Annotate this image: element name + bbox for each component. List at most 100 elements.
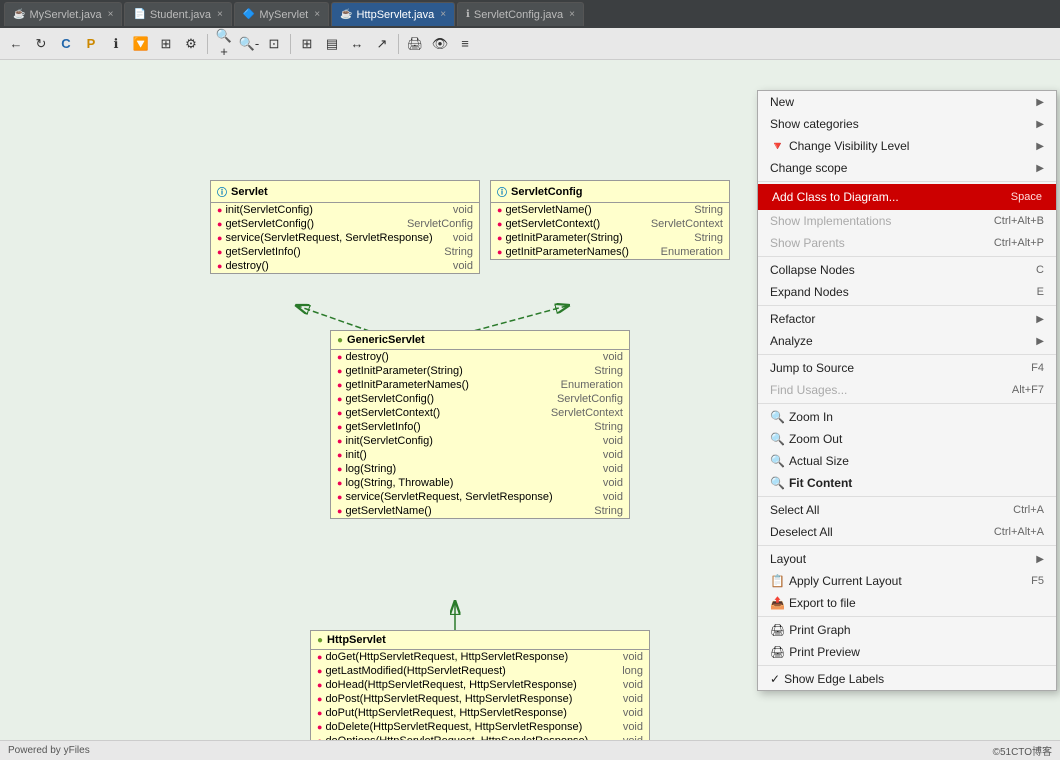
menu-item-expand-nodes[interactable]: Expand Nodes E (758, 281, 1056, 303)
httpservlet-class-header: ● HttpServlet (311, 631, 649, 650)
actual-size-icon: 🔍 (770, 454, 785, 468)
tab-servletconfig-java[interactable]: ℹ ServletConfig.java × (457, 2, 584, 26)
tab-close[interactable]: × (217, 9, 223, 20)
menu-item-layout[interactable]: Layout ▶ (758, 548, 1056, 570)
menu-item-show-categories[interactable]: Show categories ▶ (758, 113, 1056, 135)
menu-item-print-preview[interactable]: 🖨Print Preview (758, 641, 1056, 663)
toolbar-settings-btn[interactable]: ⚙ (179, 32, 203, 56)
menu-item-refactor[interactable]: Refactor ▶ (758, 308, 1056, 330)
export-icon: 📤 (770, 596, 785, 610)
method-row: ●destroy()void (211, 259, 479, 273)
toolbar-filter2-btn[interactable]: ⊞ (154, 32, 178, 56)
toolbar-package-btn[interactable]: P (79, 32, 103, 56)
tab-student-java[interactable]: 📄 Student.java × (124, 2, 231, 26)
menu-item-print-graph[interactable]: 🖨Print Graph (758, 619, 1056, 641)
toolbar-separator-3 (398, 34, 399, 54)
tab-icon-java: ☕ (13, 9, 25, 20)
menu-arrow-scope: ▶ (1036, 163, 1044, 174)
menu-item-new[interactable]: New ▶ (758, 91, 1056, 113)
menu-item-fit-content[interactable]: 🔍Fit Content (758, 472, 1056, 494)
toolbar-export-btn[interactable]: ↗ (370, 32, 394, 56)
servletconfig-class-header: ⓘ ServletConfig (491, 181, 729, 203)
fit-content-icon: 🔍 (770, 476, 785, 490)
menu-item-find-usages[interactable]: Find Usages... Alt+F7 (758, 379, 1056, 401)
toolbar-grid2-btn[interactable]: ▤ (320, 32, 344, 56)
servletconfig-class-name: ServletConfig (511, 186, 583, 198)
menu-item-export[interactable]: 📤Export to file (758, 592, 1056, 614)
method-row: ●log(String, Throwable)void (331, 476, 629, 490)
genericservlet-class-name: GenericServlet (347, 334, 425, 346)
menu-item-change-scope[interactable]: Change scope ▶ (758, 157, 1056, 179)
menu-shortcut-deselect: Ctrl+Alt+A (994, 526, 1044, 538)
toolbar-filter-btn[interactable]: 🔽 (129, 32, 153, 56)
method-row: ●log(String)void (331, 462, 629, 476)
menu-arrow-analyze: ▶ (1036, 336, 1044, 347)
menu-item-add-class[interactable]: Add Class to Diagram... Space (758, 184, 1056, 210)
menu-item-zoom-in[interactable]: 🔍Zoom In (758, 406, 1056, 428)
toolbar-print-btn[interactable]: 🖨 (403, 32, 427, 56)
toolbar-list-btn[interactable]: ≡ (453, 32, 477, 56)
menu-shortcut-find: Alt+F7 (1012, 384, 1044, 396)
menu-item-zoom-out[interactable]: 🔍Zoom Out (758, 428, 1056, 450)
toolbar-fit-btn[interactable]: ⊡ (262, 32, 286, 56)
tab-icon-java3: ☕ (340, 9, 352, 20)
tab-myservlet[interactable]: 🔷 MyServlet × (234, 2, 329, 26)
menu-label-new: New (770, 95, 794, 109)
method-row: ●getServletInfo()String (211, 245, 479, 259)
menu-arrow-categories: ▶ (1036, 119, 1044, 130)
method-row: ●init()void (331, 448, 629, 462)
tab-label: MyServlet.java (29, 9, 101, 21)
tab-myservlet-java[interactable]: ☕ MyServlet.java × (4, 2, 122, 26)
menu-label-collapse: Collapse Nodes (770, 263, 855, 277)
toolbar-refresh-btn[interactable]: ↻ (29, 32, 53, 56)
tab-close[interactable]: × (440, 9, 446, 20)
method-row: ●getServletInfo()String (331, 420, 629, 434)
toolbar-grid-btn[interactable]: ⊞ (295, 32, 319, 56)
menu-separator-6 (758, 496, 1056, 497)
menu-item-analyze[interactable]: Analyze ▶ (758, 330, 1056, 352)
menu-item-show-edge-labels[interactable]: ✓Show Edge Labels (758, 668, 1056, 690)
menu-item-show-impl[interactable]: Show Implementations Ctrl+Alt+B (758, 210, 1056, 232)
menu-item-actual-size[interactable]: 🔍Actual Size (758, 450, 1056, 472)
servlet-class-header: ⓘ Servlet (211, 181, 479, 203)
menu-label-expand: Expand Nodes (770, 285, 849, 299)
menu-item-select-all[interactable]: Select All Ctrl+A (758, 499, 1056, 521)
tab-close[interactable]: × (314, 9, 320, 20)
genericservlet-class-header: ● GenericServlet (331, 331, 629, 350)
toolbar: ← ↻ C P ℹ 🔽 ⊞ ⚙ 🔍+ 🔍- ⊡ ⊞ ▤ ↔ ↗ 🖨 👁 ≡ (0, 28, 1060, 60)
toolbar-back-btn[interactable]: ← (4, 32, 28, 56)
status-powered-by: Powered by yFiles (8, 745, 90, 756)
print-graph-icon: 🖨 (770, 623, 785, 637)
toolbar-zoomout-btn[interactable]: 🔍- (237, 32, 261, 56)
tab-close[interactable]: × (569, 9, 575, 20)
menu-item-apply-layout[interactable]: 📋Apply Current Layout F5 (758, 570, 1056, 592)
menu-label-find-usages: Find Usages... (770, 383, 847, 397)
menu-item-collapse-nodes[interactable]: Collapse Nodes C (758, 259, 1056, 281)
tab-label: HttpServlet.java (357, 9, 435, 21)
status-bar: Powered by yFiles ©51CTO博客 (0, 740, 1060, 760)
toolbar-preview-btn[interactable]: 👁 (428, 32, 452, 56)
menu-label-select-all: Select All (770, 503, 819, 517)
toolbar-info-btn[interactable]: ℹ (104, 32, 128, 56)
menu-shortcut-show-parents: Ctrl+Alt+P (994, 237, 1044, 249)
menu-label-deselect-all: Deselect All (770, 525, 833, 539)
menu-shortcut-apply-layout: F5 (1031, 575, 1044, 587)
httpservlet-class-name: HttpServlet (327, 634, 386, 646)
method-row: ●doPost(HttpServletRequest, HttpServletR… (311, 692, 649, 706)
menu-item-deselect-all[interactable]: Deselect All Ctrl+Alt+A (758, 521, 1056, 543)
method-row: ●getServletName()String (331, 504, 629, 518)
toolbar-class-btn[interactable]: C (54, 32, 78, 56)
method-row: ●getLastModified(HttpServletRequest)long (311, 664, 649, 678)
method-row: ●doDelete(HttpServletRequest, HttpServle… (311, 720, 649, 734)
toolbar-arrow-btn[interactable]: ↔ (345, 32, 369, 56)
tab-httpservlet-java[interactable]: ☕ HttpServlet.java × (331, 2, 455, 26)
tab-close[interactable]: × (108, 9, 114, 20)
menu-item-change-visibility[interactable]: 🔻Change Visibility Level ▶ (758, 135, 1056, 157)
menu-item-show-parents[interactable]: Show Parents Ctrl+Alt+P (758, 232, 1056, 254)
toolbar-zoomin-btn[interactable]: 🔍+ (212, 32, 236, 56)
menu-item-jump-to-source[interactable]: Jump to Source F4 (758, 357, 1056, 379)
menu-arrow-refactor: ▶ (1036, 314, 1044, 325)
menu-label-show-parents: Show Parents (770, 236, 845, 250)
method-row: ●destroy()void (331, 350, 629, 364)
method-row: ●service(ServletRequest, ServletResponse… (211, 231, 479, 245)
